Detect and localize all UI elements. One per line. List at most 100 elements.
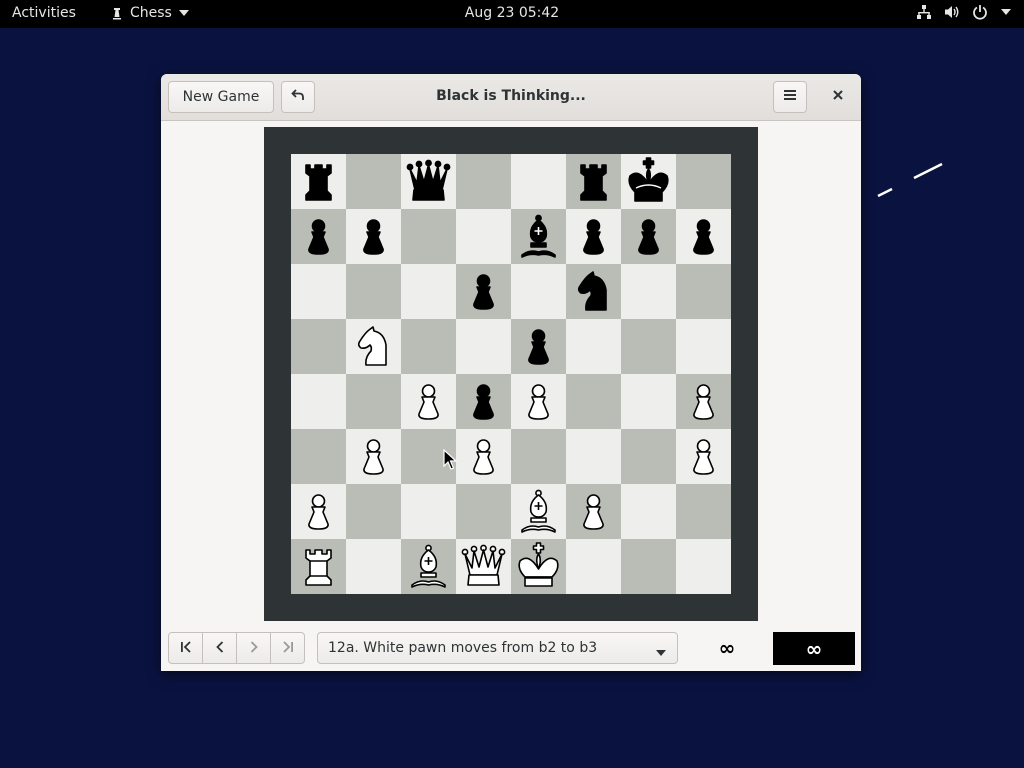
square-g4[interactable]	[621, 374, 676, 429]
square-a4[interactable]	[291, 374, 346, 429]
square-e6[interactable]	[511, 264, 566, 319]
square-a2[interactable]	[291, 484, 346, 539]
network-icon	[916, 4, 932, 20]
last-move-button[interactable]	[270, 632, 305, 664]
square-a8[interactable]	[291, 154, 346, 209]
square-e8[interactable]	[511, 154, 566, 209]
close-icon	[832, 89, 844, 105]
app-menu[interactable]: Chess	[110, 5, 190, 21]
square-c1[interactable]	[401, 539, 456, 594]
square-f5[interactable]	[566, 319, 621, 374]
square-b5[interactable]	[346, 319, 401, 374]
chevron-down-icon	[655, 645, 667, 661]
square-f8[interactable]	[566, 154, 621, 209]
header-bar: New Game Black is Thinking...	[161, 74, 861, 121]
square-d3[interactable]	[456, 429, 511, 484]
square-f2[interactable]	[566, 484, 621, 539]
app-name: Chess	[130, 5, 172, 21]
hamburger-icon	[783, 89, 797, 105]
square-e1[interactable]	[511, 539, 566, 594]
square-e2[interactable]	[511, 484, 566, 539]
previous-move-button[interactable]	[202, 632, 237, 664]
square-g3[interactable]	[621, 429, 676, 484]
square-c6[interactable]	[401, 264, 456, 319]
square-h4[interactable]	[676, 374, 731, 429]
last-move-icon	[281, 639, 295, 658]
square-e5[interactable]	[511, 319, 566, 374]
square-h6[interactable]	[676, 264, 731, 319]
chevron-down-icon	[1000, 8, 1012, 16]
square-c2[interactable]	[401, 484, 456, 539]
square-f4[interactable]	[566, 374, 621, 429]
square-g7[interactable]	[621, 209, 676, 264]
clock[interactable]: Aug 23 05:42	[465, 5, 559, 21]
square-b3[interactable]	[346, 429, 401, 484]
next-move-icon	[247, 639, 261, 658]
square-c7[interactable]	[401, 209, 456, 264]
black-clock: ∞	[773, 632, 855, 665]
close-button[interactable]	[821, 81, 855, 113]
square-h8[interactable]	[676, 154, 731, 209]
square-d1[interactable]	[456, 539, 511, 594]
square-c5[interactable]	[401, 319, 456, 374]
square-g5[interactable]	[621, 319, 676, 374]
square-f6[interactable]	[566, 264, 621, 319]
square-h2[interactable]	[676, 484, 731, 539]
square-d7[interactable]	[456, 209, 511, 264]
square-b7[interactable]	[346, 209, 401, 264]
square-f7[interactable]	[566, 209, 621, 264]
undo-icon	[291, 88, 305, 106]
chess-window: New Game Black is Thinking... 12a. White…	[161, 74, 861, 671]
square-f1[interactable]	[566, 539, 621, 594]
square-d4[interactable]	[456, 374, 511, 429]
next-move-button[interactable]	[236, 632, 271, 664]
volume-icon	[944, 4, 960, 20]
square-b4[interactable]	[346, 374, 401, 429]
top-bar: Activities Chess Aug 23 05:42	[0, 0, 1024, 28]
main-menu-button[interactable]	[773, 81, 807, 113]
square-a6[interactable]	[291, 264, 346, 319]
undo-button[interactable]	[281, 81, 315, 113]
move-history-dropdown[interactable]: 12a. White pawn moves from b2 to b3	[317, 632, 678, 664]
previous-move-icon	[213, 639, 227, 658]
chevron-down-icon	[178, 9, 190, 17]
square-c4[interactable]	[401, 374, 456, 429]
square-b8[interactable]	[346, 154, 401, 209]
square-d5[interactable]	[456, 319, 511, 374]
power-icon	[972, 4, 988, 20]
square-b1[interactable]	[346, 539, 401, 594]
square-f3[interactable]	[566, 429, 621, 484]
square-c8[interactable]	[401, 154, 456, 209]
history-navigation	[168, 632, 305, 664]
square-a1[interactable]	[291, 539, 346, 594]
first-move-button[interactable]	[168, 632, 203, 664]
square-d2[interactable]	[456, 484, 511, 539]
square-e3[interactable]	[511, 429, 566, 484]
square-e7[interactable]	[511, 209, 566, 264]
square-e4[interactable]	[511, 374, 566, 429]
square-h1[interactable]	[676, 539, 731, 594]
desktop-wallpaper-lines	[877, 162, 943, 198]
square-g6[interactable]	[621, 264, 676, 319]
system-tray[interactable]	[916, 4, 1012, 20]
square-a3[interactable]	[291, 429, 346, 484]
chess-board[interactable]	[291, 154, 731, 594]
square-g8[interactable]	[621, 154, 676, 209]
square-b6[interactable]	[346, 264, 401, 319]
new-game-button[interactable]: New Game	[168, 81, 274, 113]
mouse-pointer-icon	[443, 449, 457, 470]
square-g2[interactable]	[621, 484, 676, 539]
square-a7[interactable]	[291, 209, 346, 264]
square-d6[interactable]	[456, 264, 511, 319]
activities-button[interactable]: Activities	[12, 5, 76, 21]
square-a5[interactable]	[291, 319, 346, 374]
square-h7[interactable]	[676, 209, 731, 264]
first-move-icon	[179, 639, 193, 658]
square-h5[interactable]	[676, 319, 731, 374]
square-g1[interactable]	[621, 539, 676, 594]
square-h3[interactable]	[676, 429, 731, 484]
square-b2[interactable]	[346, 484, 401, 539]
square-d8[interactable]	[456, 154, 511, 209]
chess-app-icon	[110, 6, 124, 20]
chess-board-frame	[264, 127, 758, 621]
